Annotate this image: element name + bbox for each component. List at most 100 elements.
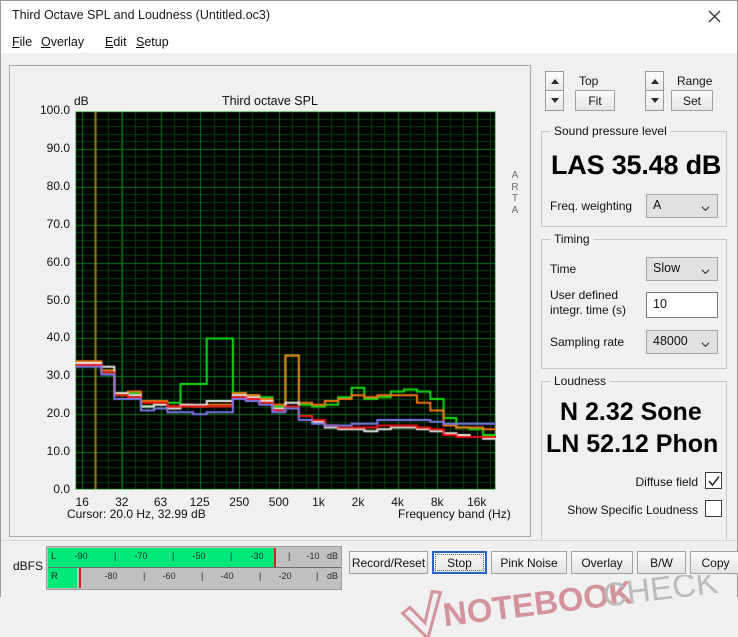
diffuse-field-checkbox[interactable] bbox=[705, 472, 722, 489]
menu-item-setup[interactable]: Setup bbox=[134, 35, 171, 49]
input-level-meter[interactable]: L -90 | -70 | -50 | -30 | -10 dB R bbox=[46, 546, 342, 590]
y-tick-7: 30.0 bbox=[12, 368, 70, 382]
chevron-up-icon bbox=[551, 79, 559, 84]
sampling-rate-select[interactable]: 48000 bbox=[646, 330, 718, 354]
range-spinner[interactable] bbox=[645, 71, 664, 111]
timing-group-label: Timing bbox=[550, 232, 594, 246]
b-w-button[interactable]: B/W bbox=[637, 551, 686, 574]
top-spinner[interactable] bbox=[545, 71, 564, 111]
meter-db-left: dB bbox=[327, 551, 338, 561]
integration-time-input[interactable]: 10 bbox=[646, 292, 718, 318]
fit-button[interactable]: Fit bbox=[575, 90, 615, 111]
y-tick-8: 20.0 bbox=[12, 406, 70, 420]
integration-time-label: User defined integr. time (s) bbox=[550, 288, 626, 318]
show-specific-loudness-label: Show Specific Loudness bbox=[562, 503, 698, 518]
y-tick-6: 40.0 bbox=[12, 330, 70, 344]
arta-logo-text: A R T A bbox=[507, 170, 523, 216]
meter-divider-right-1: | bbox=[201, 571, 203, 581]
meter-tick-left-3: -30 bbox=[246, 551, 268, 561]
meter-tick-right-1: -60 bbox=[158, 571, 180, 581]
spl-chart-canvas[interactable] bbox=[75, 111, 496, 490]
stop-button[interactable]: Stop bbox=[432, 551, 487, 574]
x-tick-5: 500 bbox=[259, 495, 299, 509]
menu-item-overlay[interactable]: Overlay bbox=[39, 35, 86, 49]
meter-peak-right bbox=[79, 568, 81, 588]
arta-letter-a2: A bbox=[507, 205, 523, 217]
window-body: dB Third octave SPL A R T A 100.090.080.… bbox=[1, 53, 737, 596]
chevron-down-icon bbox=[651, 98, 659, 103]
diffuse-field-label: Diffuse field bbox=[630, 475, 698, 490]
meter-channel-right: R bbox=[51, 571, 58, 582]
meter-tick-right-3: -20 bbox=[274, 571, 296, 581]
meter-channel-left: L bbox=[51, 551, 56, 562]
y-tick-10: 0.0 bbox=[12, 482, 70, 496]
meter-tick-left-4: -10 bbox=[302, 551, 324, 561]
pink-noise-button[interactable]: Pink Noise bbox=[491, 551, 567, 574]
y-tick-9: 10.0 bbox=[12, 444, 70, 458]
meter-peak-left bbox=[274, 548, 276, 568]
loudness-phon-reading: LN 52.12 Phon bbox=[546, 430, 718, 459]
close-button[interactable] bbox=[692, 1, 737, 32]
cursor-readout: Cursor: 20.0 Hz, 32.99 dB bbox=[67, 507, 206, 521]
menu-item-edit[interactable]: Edit bbox=[103, 35, 129, 49]
meter-divider-right-3: | bbox=[316, 571, 318, 581]
set-button[interactable]: Set bbox=[671, 90, 713, 111]
top-spinner-down[interactable] bbox=[545, 91, 564, 111]
arta-letter-r: R bbox=[507, 182, 523, 194]
copy-button[interactable]: Copy bbox=[690, 551, 738, 574]
integration-time-label-line2: integr. time (s) bbox=[550, 303, 626, 317]
range-spinner-down[interactable] bbox=[645, 91, 664, 111]
meter-tick-right-2: -40 bbox=[216, 571, 238, 581]
checkmark-icon bbox=[707, 474, 721, 488]
top-spinner-up[interactable] bbox=[545, 71, 564, 91]
freq-weighting-select[interactable]: A bbox=[646, 194, 718, 218]
plot-area[interactable] bbox=[75, 111, 496, 490]
range-spinner-up[interactable] bbox=[645, 71, 664, 91]
dbfs-label: dBFS bbox=[13, 559, 43, 573]
record-reset-button[interactable]: Record/Reset bbox=[349, 551, 428, 574]
meter-tick-left-1: -70 bbox=[130, 551, 152, 561]
window-title: Third Octave SPL and Loudness (Untitled.… bbox=[12, 8, 270, 22]
chevron-up-icon bbox=[651, 79, 659, 84]
meter-divider-left-2: | bbox=[230, 551, 232, 561]
spl-group-label: Sound pressure level bbox=[550, 124, 671, 138]
timing-group: Timing Time Slow User defined integr. ti… bbox=[541, 239, 727, 369]
x-tick-6: 1k bbox=[298, 495, 338, 509]
meter-divider-left-3: | bbox=[288, 551, 290, 561]
y-tick-1: 90.0 bbox=[12, 141, 70, 155]
menu-item-file[interactable]: File bbox=[10, 35, 34, 49]
graph-panel: dB Third octave SPL A R T A 100.090.080.… bbox=[9, 65, 531, 537]
close-icon bbox=[708, 10, 721, 23]
loudness-sone-reading: N 2.32 Sone bbox=[560, 398, 702, 427]
integration-time-label-line1: User defined bbox=[550, 288, 618, 302]
arta-main-window: Third Octave SPL and Loudness (Untitled.… bbox=[0, 0, 738, 597]
meter-tick-right-0: -80 bbox=[100, 571, 122, 581]
meter-divider-left-0: | bbox=[114, 551, 116, 561]
sampling-rate-label: Sampling rate bbox=[550, 335, 624, 350]
integration-time-value: 10 bbox=[653, 297, 667, 311]
chevron-down-icon bbox=[701, 267, 710, 276]
overlay-button[interactable]: Overlay bbox=[571, 551, 633, 574]
time-label: Time bbox=[550, 262, 576, 277]
meter-row-right: R -80 | -60 | -40 | -20 | dB bbox=[48, 568, 341, 588]
x-axis-title: Frequency band (Hz) bbox=[398, 507, 511, 521]
button-label: Stop bbox=[435, 554, 484, 571]
menu-bar: File Overlay Edit Setup bbox=[1, 32, 737, 53]
chart-title: Third octave SPL bbox=[10, 94, 530, 108]
y-tick-0: 100.0 bbox=[12, 103, 70, 117]
check-mark-icon bbox=[400, 591, 445, 637]
meter-divider-left-1: | bbox=[172, 551, 174, 561]
arta-letter-t: T bbox=[507, 193, 523, 205]
y-tick-5: 50.0 bbox=[12, 293, 70, 307]
bottom-bar: dBFS L -90 | -70 | -50 | -30 | -10 dB bbox=[1, 540, 737, 597]
top-label: Top bbox=[579, 74, 598, 88]
time-select[interactable]: Slow bbox=[646, 257, 718, 281]
y-tick-3: 70.0 bbox=[12, 217, 70, 231]
meter-db-right: dB bbox=[327, 571, 338, 581]
freq-weighting-value: A bbox=[653, 198, 661, 212]
chevron-down-icon bbox=[701, 340, 710, 349]
x-tick-4: 250 bbox=[219, 495, 259, 509]
show-specific-loudness-checkbox[interactable] bbox=[705, 500, 722, 517]
loudness-group-label: Loudness bbox=[550, 374, 610, 388]
chevron-down-icon bbox=[701, 204, 710, 213]
